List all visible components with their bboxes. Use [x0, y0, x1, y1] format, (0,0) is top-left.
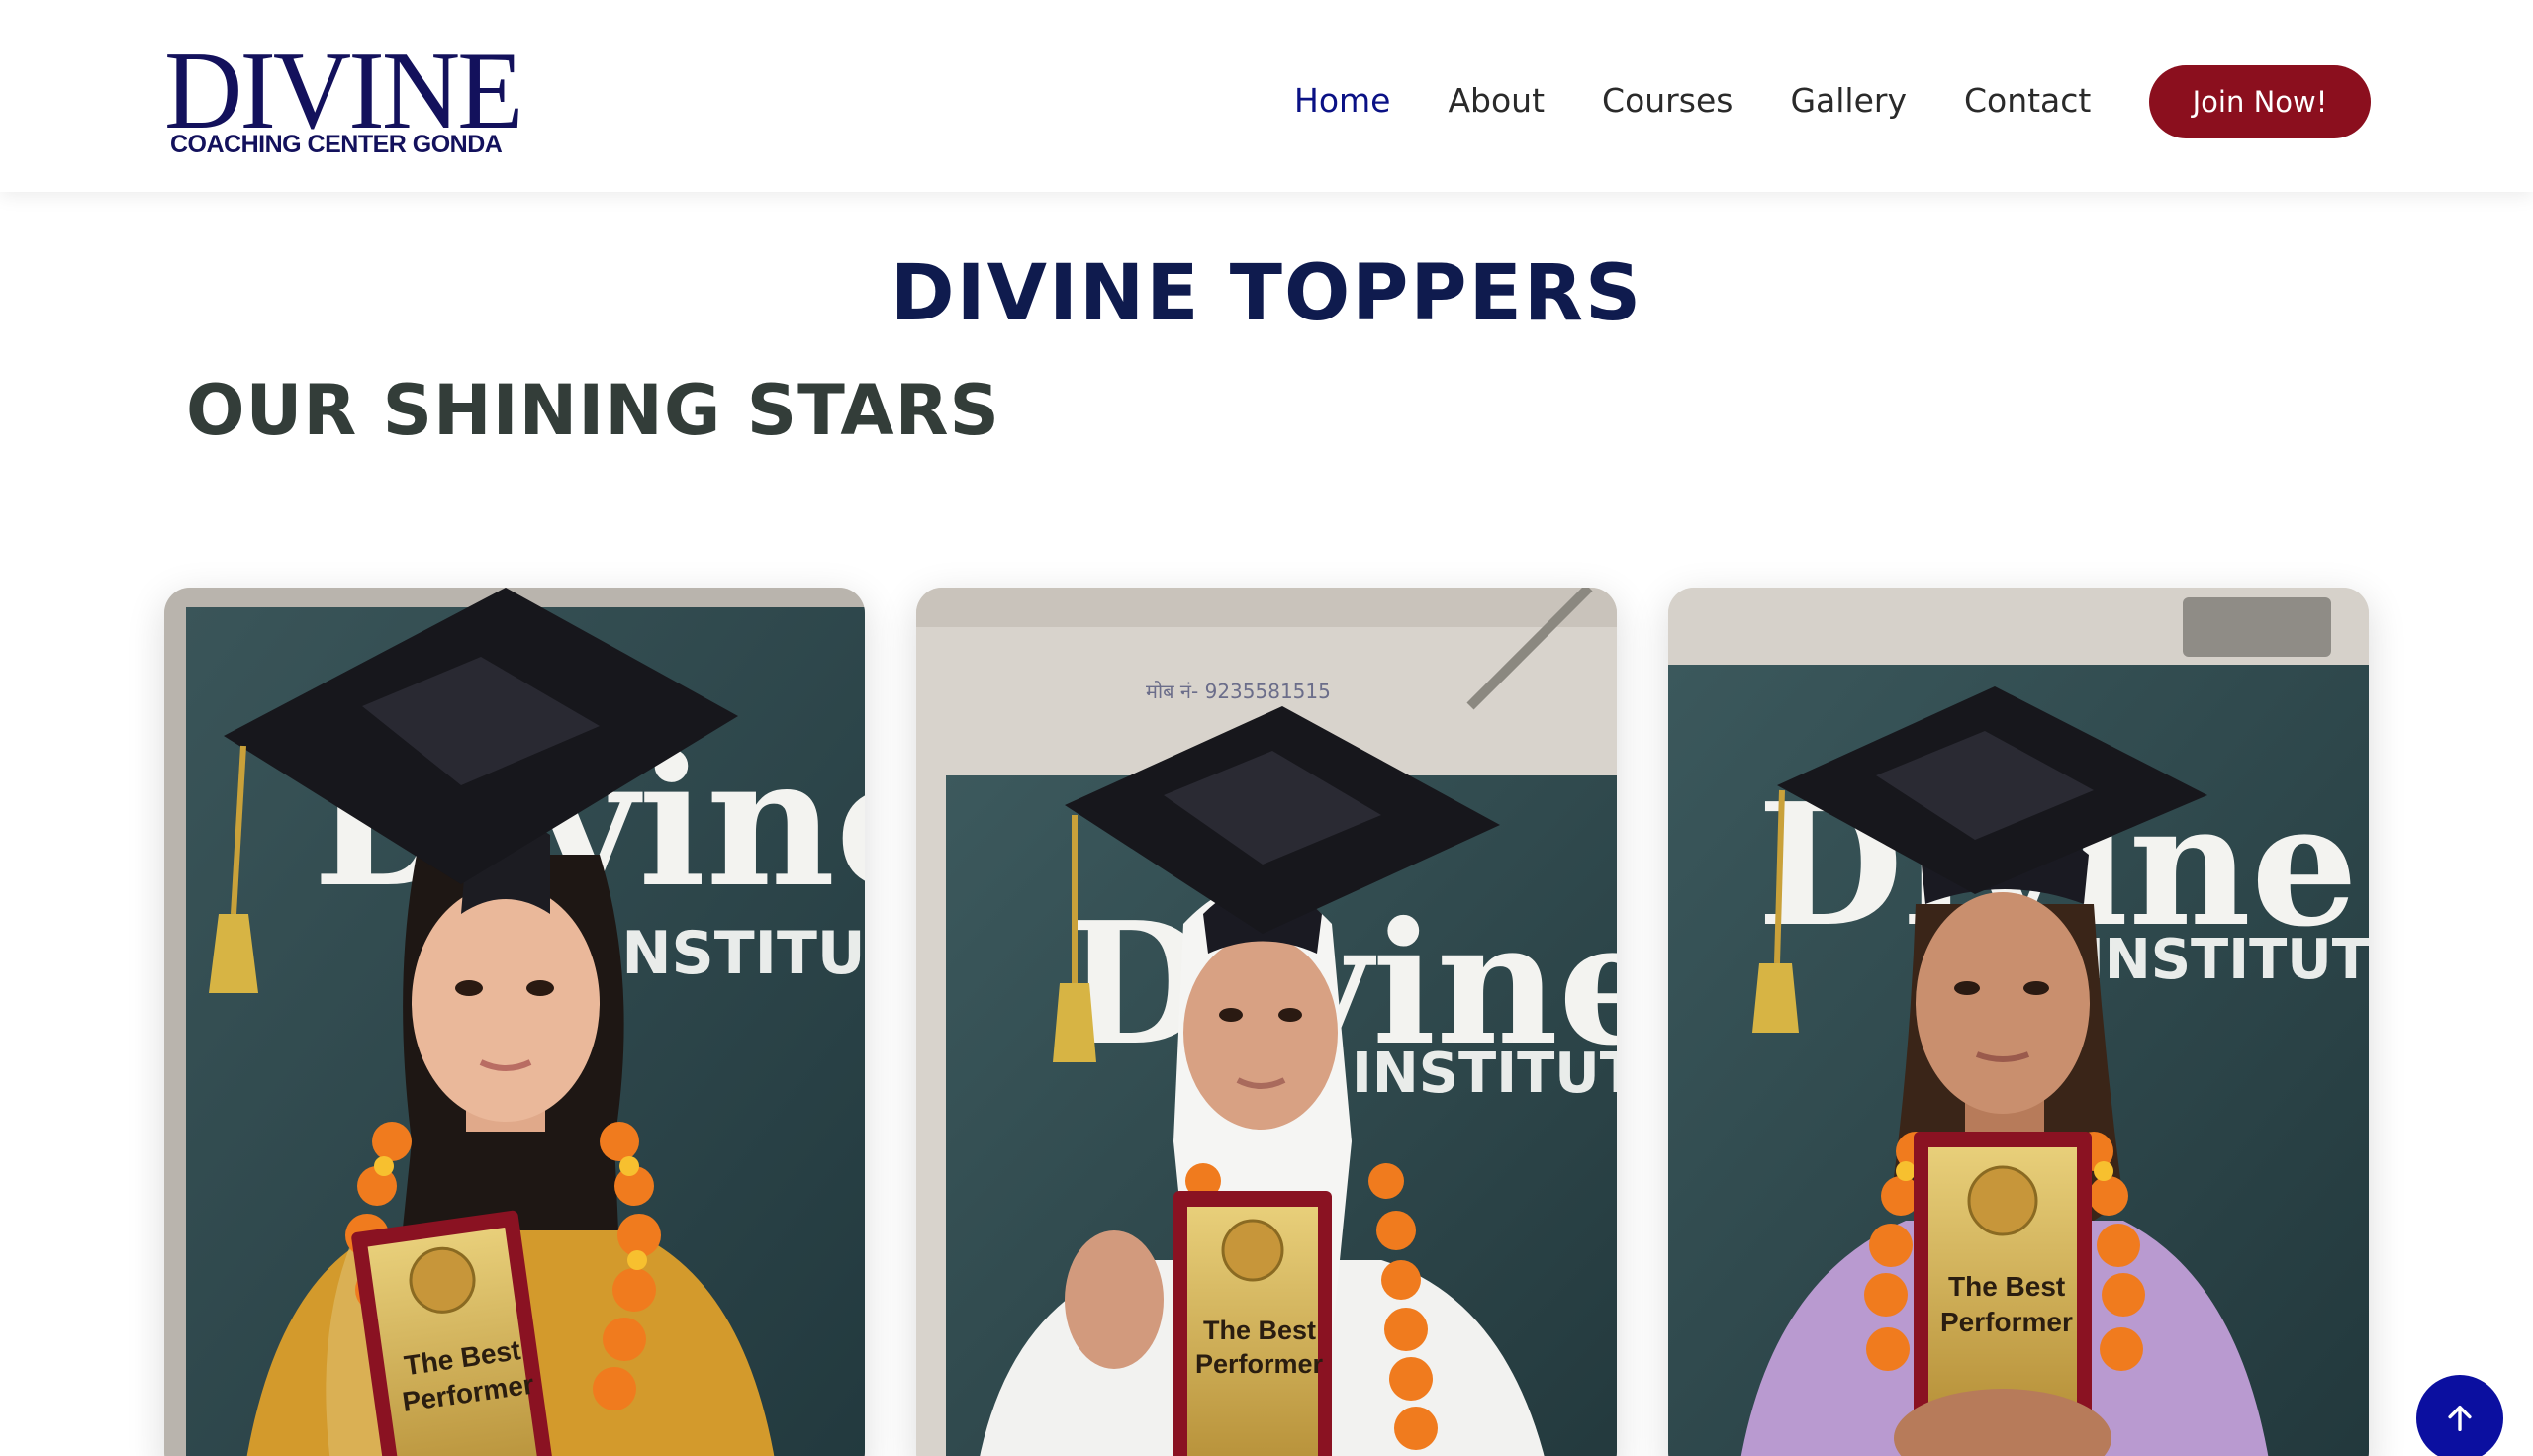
nav-gallery[interactable]: Gallery — [1790, 81, 1907, 120]
brand-logo[interactable]: DIVINE COACHING CENTER GONDA — [164, 30, 523, 164]
join-now-button[interactable]: Join Now! — [2149, 65, 2371, 138]
nav-about[interactable]: About — [1448, 81, 1545, 120]
topper-card-3[interactable]: Divine INSTITUTE The Best Pe — [1668, 588, 2369, 1456]
award-line-2: Performer — [1195, 1349, 1324, 1379]
nav-contact[interactable]: Contact — [1964, 81, 2091, 120]
topper-card-2[interactable]: मोब नं- 9235581515 Divine INSTITUTE T — [916, 588, 1617, 1456]
nav-home[interactable]: Home — [1294, 81, 1390, 120]
award-line-1: The Best — [1203, 1316, 1316, 1345]
topper-photo-3: Divine INSTITUTE The Best Pe — [1668, 588, 2369, 1456]
scroll-to-top-button[interactable] — [2416, 1375, 2503, 1456]
award-line-2: Performer — [1940, 1307, 2073, 1337]
main-nav: Home About Courses Gallery Contact — [1294, 77, 2091, 123]
site-header: DIVINE COACHING CENTER GONDA Home About … — [0, 0, 2533, 192]
backdrop-sub: INSTITUTE — [600, 919, 865, 988]
nav-courses[interactable]: Courses — [1602, 81, 1733, 120]
wall-text: मोब नं- 9235581515 — [1146, 680, 1331, 703]
section-title: DIVINE TOPPERS — [890, 249, 1643, 338]
brand-name: DIVINE — [164, 30, 523, 152]
backdrop-sub: INSTITUTE — [1352, 1042, 1617, 1106]
backdrop-sub: INSTITUTE — [2084, 928, 2369, 992]
section-subtitle: OUR SHINING STARS — [186, 370, 1000, 451]
award-line-1: The Best — [1948, 1271, 2065, 1302]
arrow-up-icon — [2448, 1405, 2472, 1432]
topper-card-1[interactable]: Divine INSTITUTE — [164, 588, 865, 1456]
brand-tagline: COACHING CENTER GONDA — [170, 131, 503, 158]
topper-photo-2: मोब नं- 9235581515 Divine INSTITUTE T — [916, 588, 1617, 1456]
topper-photo-1: Divine INSTITUTE — [164, 588, 865, 1456]
